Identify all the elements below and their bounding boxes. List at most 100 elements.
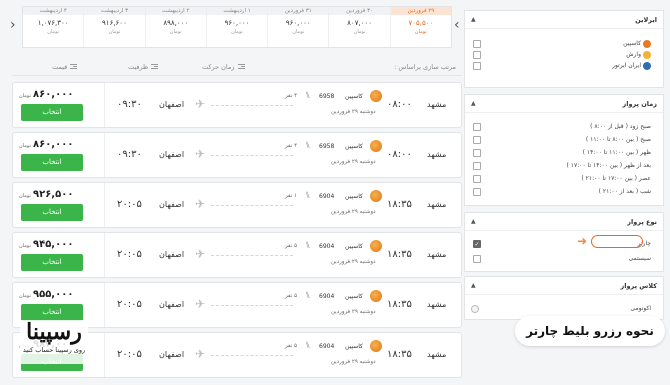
seat-icon: ⑊ bbox=[305, 241, 311, 251]
available-seats: ۵ نفر bbox=[285, 343, 298, 349]
airline-filter-option[interactable]: وارش bbox=[465, 49, 663, 60]
time-filter-option[interactable]: صبح ( بین ۸:۰۰ تا ۱۱:۰۰ ) bbox=[465, 133, 663, 146]
time-option-label: بعد از ظهر ( بین ۱۴:۰۰ تا ۱۷:۰۰ ) bbox=[566, 162, 651, 169]
checkbox[interactable] bbox=[473, 148, 481, 157]
date-price-strip: ۲۹ فروردین ۷۰۵,۵۰۰ تومان ۳۰ فروردین ۸۰۷,۰۰۰ ت… bbox=[22, 6, 452, 48]
sort-icon bbox=[70, 64, 78, 69]
arrival-city: اصفهان bbox=[159, 100, 185, 109]
select-flight-button[interactable]: انتخاب bbox=[21, 254, 83, 271]
airline-filter-option[interactable]: کاسپین bbox=[465, 38, 663, 49]
flight-card: ۸۶۰,۰۰۰ تومان انتخاب ۰۹:۳۰ اصفهان ✈ ۴ نفر ⑊ 6958… bbox=[12, 82, 462, 128]
departure-time: ۰۸:۰۰ bbox=[387, 99, 412, 110]
airline-logo-icon bbox=[370, 140, 382, 152]
select-flight-button[interactable]: انتخاب bbox=[21, 154, 83, 171]
checkbox[interactable] bbox=[473, 39, 481, 48]
date-cell[interactable]: ۲۹ فروردین ۷۰۵,۵۰۰ تومان bbox=[389, 7, 451, 47]
brand-watermark: رسپینا روی رسپینا حساب کنید bbox=[20, 320, 88, 364]
flight-type-option[interactable]: سیستمی bbox=[465, 251, 663, 266]
date-cell-date: ۴ اردیبهشت bbox=[23, 7, 84, 15]
date-cell-currency: تومان bbox=[169, 29, 182, 35]
checkbox-checked[interactable]: ✓ bbox=[473, 239, 481, 248]
time-filter-option[interactable]: عصر ( بین ۱۷:۰۰ تا ۲۱:۰۰ ) bbox=[465, 172, 663, 185]
departure-time: ۱۸:۳۵ bbox=[387, 249, 412, 260]
chevron-up-icon[interactable]: ▲ bbox=[471, 218, 476, 225]
airline-filter-option[interactable]: ایران ایرتور bbox=[465, 60, 663, 71]
date-cell[interactable]: ۲ اردیبهشت ۸۹۸,۰۰۰ تومان bbox=[144, 7, 206, 47]
price-column: ۸۶۰,۰۰۰ تومان انتخاب bbox=[13, 133, 105, 177]
time-filter-option[interactable]: صبح زود ( قبل از ۸:۰۰ ) bbox=[465, 120, 663, 133]
time-filter-option[interactable]: ظهر ( بین ۱۱:۰۰ تا ۱۴:۰۰ ) bbox=[465, 146, 663, 159]
date-cell-currency: تومان bbox=[108, 29, 121, 35]
checkbox[interactable] bbox=[473, 135, 481, 144]
airplane-icon: ✈ bbox=[195, 197, 206, 211]
available-seats: ۵ نفر bbox=[285, 293, 298, 299]
date-cell[interactable]: ۱ اردیبهشت ۹۶۰,۰۰۰ تومان bbox=[205, 7, 268, 47]
departure-city: مشهد bbox=[427, 300, 447, 309]
flight-class-filter: کلاس پرواز ▲ اکونومی bbox=[464, 276, 664, 320]
time-filter-option[interactable]: شب ( بعد از ۲۱:۰۰ ) bbox=[465, 185, 663, 198]
arrival-time: ۰۹:۳۰ bbox=[117, 149, 142, 160]
checkbox[interactable] bbox=[473, 61, 481, 70]
date-cell-currency: تومان bbox=[231, 29, 243, 35]
time-option-label: صبح زود ( قبل از ۸:۰۰ ) bbox=[590, 123, 651, 130]
flight-number: 6904 bbox=[319, 243, 335, 250]
sort-by-departure-time[interactable]: زمان حرکت bbox=[202, 63, 245, 71]
time-filter-option[interactable]: بعد از ظهر ( بین ۱۴:۰۰ تا ۱۷:۰۰ ) bbox=[465, 159, 663, 172]
flight-price: ۹۵۵,۰۰۰ bbox=[33, 289, 74, 300]
flight-type-filter-header[interactable]: نوع پرواز ▲ bbox=[465, 213, 663, 231]
radio-button[interactable] bbox=[471, 304, 479, 313]
flight-price: ۸۶۰,۰۰۰ bbox=[33, 139, 74, 150]
next-date-arrow-icon[interactable]: › bbox=[454, 18, 460, 32]
departure-city: مشهد bbox=[427, 350, 447, 359]
checkbox[interactable] bbox=[473, 122, 481, 131]
date-cell[interactable]: ۳۰ فروردین ۸۰۷,۰۰۰ تومان bbox=[328, 7, 390, 47]
flight-currency: تومان bbox=[19, 293, 31, 299]
flight-class-option[interactable]: اکونومی bbox=[465, 303, 663, 314]
flight-type-option[interactable]: چارتر ✓ ➜ bbox=[465, 235, 663, 251]
time-option-label: ظهر ( بین ۱۱:۰۰ تا ۱۴:۰۰ ) bbox=[582, 149, 651, 156]
date-cell-date: ۲۹ فروردین bbox=[390, 7, 451, 15]
arrival-time: ۲۰:۰۵ bbox=[117, 349, 142, 360]
airline-logo-icon bbox=[370, 290, 382, 302]
airline-name: کاسپین bbox=[345, 293, 363, 300]
filters-panel: ایرلاین ▲ کاسپین وارش ایران ایرتور زمان پر… bbox=[464, 10, 664, 320]
airline-filter-header[interactable]: ایرلاین ▲ bbox=[465, 11, 663, 29]
flight-number: 6904 bbox=[319, 293, 335, 300]
checkbox[interactable] bbox=[473, 174, 481, 183]
chevron-up-icon[interactable]: ▲ bbox=[471, 100, 476, 107]
date-cell[interactable]: ۴ اردیبهشت ۱,۰۷۶,۳۰۰ تومان bbox=[23, 7, 84, 47]
date-cell[interactable]: ۳ اردیبهشت ۹۱۶,۶۰۰ تومان bbox=[83, 7, 145, 47]
checkbox[interactable] bbox=[473, 50, 481, 59]
flight-currency: تومان bbox=[19, 193, 31, 199]
prev-date-arrow-icon[interactable]: ‹ bbox=[10, 18, 16, 32]
date-cell[interactable]: ۳۱ فروردین ۹۶۰,۰۰۰ تومان bbox=[267, 7, 329, 47]
time-option-label: عصر ( بین ۱۷:۰۰ تا ۲۱:۰۰ ) bbox=[581, 175, 651, 182]
date-cell-price: ۹۶۰,۰۰۰ bbox=[285, 19, 311, 27]
checkbox[interactable] bbox=[473, 254, 481, 263]
checkbox[interactable] bbox=[473, 187, 481, 196]
flight-date: دوشنبه ۲۹ فروردین bbox=[331, 109, 376, 115]
date-cell-price: ۸۹۸,۰۰۰ bbox=[163, 19, 189, 27]
chevron-up-icon[interactable]: ▲ bbox=[471, 16, 476, 23]
chevron-up-icon[interactable]: ▲ bbox=[471, 282, 476, 289]
date-cell-date: ۱ اردیبهشت bbox=[206, 7, 268, 15]
departure-time: ۰۸:۰۰ bbox=[387, 149, 412, 160]
seat-icon: ⑊ bbox=[305, 91, 311, 101]
sort-by-price[interactable]: قیمت bbox=[52, 63, 78, 71]
arrival-city: اصفهان bbox=[159, 250, 185, 259]
sort-by-capacity[interactable]: ظرفیت bbox=[128, 63, 159, 71]
available-seats: ۴ نفر bbox=[285, 93, 298, 99]
flight-type-label: سیستمی bbox=[628, 255, 651, 262]
arrival-city: اصفهان bbox=[159, 150, 185, 159]
select-flight-button[interactable]: انتخاب bbox=[21, 104, 83, 121]
route-line bbox=[211, 355, 293, 356]
airline-option-label: وارش bbox=[626, 51, 641, 58]
date-cell-date: ۳۱ فروردین bbox=[268, 7, 329, 15]
flight-price: ۹۲۶,۵۰۰ bbox=[33, 189, 74, 200]
flight-currency: تومان bbox=[19, 93, 31, 99]
time-filter-header[interactable]: زمان پرواز ▲ bbox=[465, 95, 663, 113]
checkbox[interactable] bbox=[473, 161, 481, 170]
flight-class-filter-header[interactable]: کلاس پرواز ▲ bbox=[465, 277, 663, 295]
select-flight-button[interactable]: انتخاب bbox=[21, 204, 83, 221]
seat-icon: ⑊ bbox=[305, 291, 311, 301]
